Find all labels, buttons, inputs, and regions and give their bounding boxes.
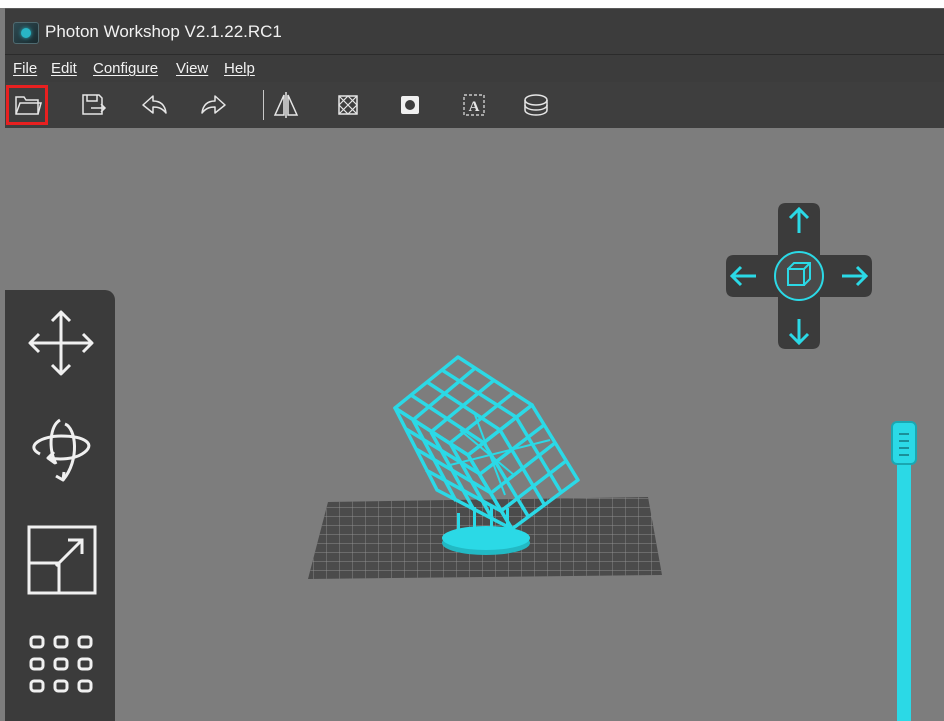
undo-icon <box>142 95 167 114</box>
menu-edit[interactable]: Edit <box>51 60 77 77</box>
undo-button[interactable] <box>135 87 173 123</box>
move-icon <box>28 310 94 376</box>
hollow-button[interactable] <box>329 87 367 123</box>
grip-line <box>899 454 909 456</box>
punch-hole-button[interactable] <box>391 87 429 123</box>
model-preview <box>308 355 662 579</box>
cut-icon <box>524 94 548 116</box>
arrange-grid-icon <box>29 635 93 693</box>
scale-tool-button[interactable] <box>20 518 102 600</box>
rotate-icon <box>32 418 91 482</box>
view-right-button[interactable] <box>832 255 872 297</box>
menu-file[interactable]: File <box>13 60 37 77</box>
toolbar-separator <box>263 90 264 120</box>
grip-line <box>899 440 909 442</box>
punch-hole-icon <box>401 96 419 114</box>
title-bar: Photon Workshop V2.1.22.RC1 <box>5 8 944 54</box>
rotate-tool-button[interactable] <box>20 410 102 492</box>
layer-slider-track[interactable] <box>897 455 911 721</box>
arrange-tool-button[interactable] <box>20 626 102 708</box>
toolbar: A <box>5 82 944 128</box>
view-up-button[interactable] <box>778 203 820 243</box>
view-down-button[interactable] <box>778 309 820 349</box>
layer-slider-handle[interactable] <box>891 421 917 465</box>
left-tool-panel <box>5 290 115 721</box>
open-file-button[interactable] <box>6 85 48 125</box>
view-left-button[interactable] <box>726 255 766 297</box>
menu-help[interactable]: Help <box>224 60 255 77</box>
hollow-icon <box>338 95 358 115</box>
menu-bar: File Edit Configure View Help <box>5 54 944 82</box>
save-export-icon <box>82 94 107 115</box>
grip-line <box>899 433 909 435</box>
mirror-icon <box>273 92 299 118</box>
scale-icon <box>27 525 97 595</box>
save-button[interactable] <box>73 87 111 123</box>
app-logo-icon <box>13 22 39 44</box>
redo-icon <box>201 95 226 114</box>
move-tool-button[interactable] <box>20 302 102 384</box>
cut-button[interactable] <box>517 87 555 123</box>
window-title: Photon Workshop V2.1.22.RC1 <box>45 22 282 41</box>
open-folder-icon <box>15 96 42 115</box>
mirror-button[interactable] <box>267 87 305 123</box>
grip-line <box>899 447 909 449</box>
view-navigation-pad <box>726 203 872 349</box>
svg-text:A: A <box>469 99 480 115</box>
menu-view[interactable]: View <box>176 60 208 77</box>
build-scene <box>300 345 670 595</box>
text-icon: A <box>463 94 485 116</box>
reset-view-button[interactable] <box>775 252 823 300</box>
text-button[interactable]: A <box>455 87 493 123</box>
menu-configure[interactable]: Configure <box>93 60 158 77</box>
redo-button[interactable] <box>195 87 233 123</box>
top-edge <box>0 0 944 8</box>
